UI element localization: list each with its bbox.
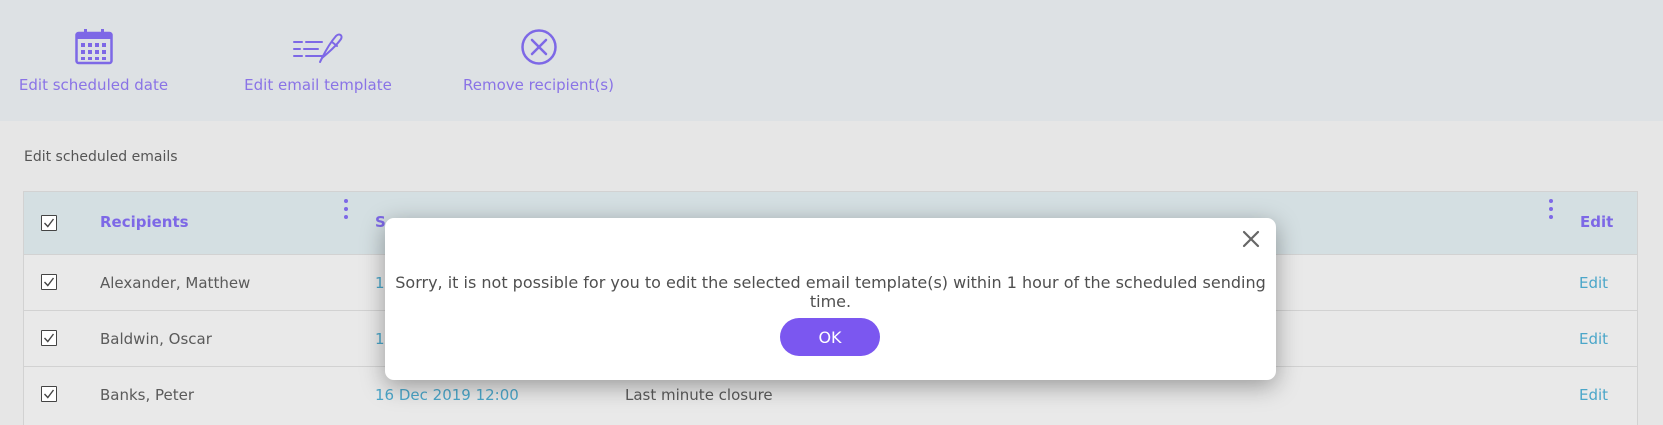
edit-column-header: Edit <box>1580 213 1614 231</box>
recipient-name: Alexander, Matthew <box>100 274 251 292</box>
row-checkbox[interactable] <box>41 330 57 346</box>
remove-circle-icon <box>520 27 558 67</box>
edit-link[interactable]: Edit <box>1579 386 1608 404</box>
edit-scheduled-date-button[interactable]: Edit scheduled date <box>19 0 168 121</box>
calendar-icon <box>74 27 113 67</box>
recipients-column-menu-icon[interactable] <box>344 199 348 219</box>
edit-email-template-label: Edit email template <box>244 76 392 94</box>
row-checkbox[interactable] <box>41 274 57 290</box>
toolbar: Edit scheduled date Edit email template <box>0 0 1663 121</box>
close-icon[interactable] <box>1240 228 1262 250</box>
edit-link[interactable]: Edit <box>1579 330 1608 348</box>
email-template-icon <box>292 27 344 67</box>
section-title: Edit scheduled emails <box>24 149 178 165</box>
scheduled-date: 16 Dec 2019 12:00 <box>375 386 519 404</box>
recipient-name: Banks, Peter <box>100 386 195 404</box>
dialog-message: Sorry, it is not possible for you to edi… <box>395 273 1266 311</box>
edit-scheduled-date-label: Edit scheduled date <box>18 76 169 94</box>
recipients-column-header[interactable]: Recipients <box>100 213 189 231</box>
edit-email-template-button[interactable]: Edit email template <box>244 0 392 121</box>
remove-recipients-label: Remove recipient(s) <box>463 76 614 94</box>
subject-column-menu-icon[interactable] <box>1549 199 1553 219</box>
error-dialog: Sorry, it is not possible for you to edi… <box>385 218 1276 380</box>
select-all-checkbox[interactable] <box>41 215 57 231</box>
email-subject: Last minute closure <box>625 386 773 404</box>
row-checkbox[interactable] <box>41 386 57 402</box>
edit-link[interactable]: Edit <box>1579 274 1608 292</box>
remove-recipients-button[interactable]: Remove recipient(s) <box>462 0 615 121</box>
recipient-name: Baldwin, Oscar <box>100 330 212 348</box>
ok-button[interactable]: OK <box>780 318 880 356</box>
